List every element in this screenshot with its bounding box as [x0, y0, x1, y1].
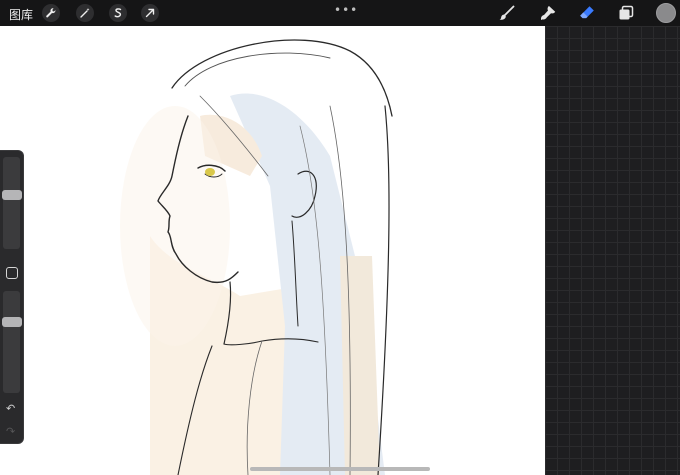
- eraser-icon: [580, 6, 594, 19]
- eye-iris: [205, 168, 215, 176]
- color-picker-button[interactable]: [656, 3, 676, 23]
- opacity-slider[interactable]: [3, 291, 20, 393]
- opacity-thumb[interactable]: [2, 316, 22, 327]
- brush-size-slider[interactable]: [3, 157, 20, 249]
- drawing-canvas[interactable]: [0, 26, 545, 475]
- brush-icon: [499, 5, 515, 20]
- hair-tint-wash: [340, 256, 380, 475]
- layers-button[interactable]: [617, 4, 635, 22]
- top-toolbar: 图库 •••: [0, 0, 680, 26]
- redo-icon[interactable]: ↷: [6, 425, 15, 438]
- selection-button[interactable]: [109, 4, 127, 22]
- magic-wand-icon: [80, 8, 90, 18]
- brush-sidebar: ↶ ↷: [0, 150, 24, 444]
- home-indicator: [250, 467, 430, 471]
- transform-button[interactable]: [141, 4, 159, 22]
- modify-button[interactable]: [6, 267, 18, 279]
- smudge-tool-button[interactable]: [538, 4, 556, 22]
- wrench-icon: [46, 8, 56, 18]
- adjustments-button[interactable]: [76, 4, 94, 22]
- actions-button[interactable]: [42, 4, 60, 22]
- selection-s-icon: [114, 8, 122, 18]
- undo-icon[interactable]: ↶: [6, 402, 15, 415]
- eraser-tool-button[interactable]: [578, 4, 596, 22]
- more-options-dots[interactable]: •••: [334, 3, 358, 17]
- canvas-backdrop: [545, 26, 680, 475]
- gallery-button[interactable]: 图库: [9, 6, 33, 23]
- brush-size-thumb[interactable]: [2, 189, 22, 200]
- smudge-icon: [541, 6, 556, 20]
- arrow-cursor-icon: [145, 8, 155, 18]
- background-glow: [120, 106, 230, 346]
- layers-icon: [619, 5, 634, 20]
- sketch-artwork: [120, 39, 393, 475]
- paint-tool-button[interactable]: [498, 4, 516, 22]
